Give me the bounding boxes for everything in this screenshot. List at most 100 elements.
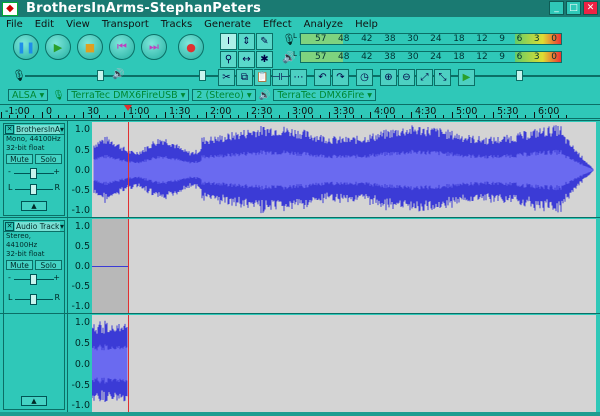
pan-slider[interactable]: L R [8,183,60,197]
y-axis-label: 1.0 [74,317,90,328]
ruler-tick [378,115,379,118]
silence-button[interactable]: ⋯ [290,69,307,86]
meter-tick: 12 [476,34,488,44]
skip-to-start-button[interactable]: ⏮ [109,34,135,60]
y-axis-label: -1.0 [71,301,90,312]
mute-button[interactable]: Mute [6,260,33,270]
play-at-speed-button[interactable]: ▶ [458,69,475,86]
ruler-tick [197,115,198,118]
menu-effect[interactable]: Effect [257,19,298,30]
ruler-tick [9,115,10,118]
track-control-panel[interactable]: ✕ BrothersInA ▾ Mono, 44100Hz 32-bit float… [3,123,65,216]
menu-generate[interactable]: Generate [198,19,257,30]
menu-help[interactable]: Help [349,19,384,30]
trim-button[interactable]: ⊣⊢ [272,69,289,86]
triangle-up-icon: ▲ [31,202,37,210]
y-axis-label: 0.5 [74,145,90,156]
pan-slider[interactable]: L R [8,293,60,307]
gain-knob[interactable] [30,274,37,285]
zoom-out-button[interactable]: ⊖ [398,69,415,86]
stop-button[interactable]: ■ [77,34,103,60]
pan-knob[interactable] [30,184,37,195]
silence-icon: ⋯ [293,72,304,83]
pan-knob[interactable] [30,294,37,305]
close-track-icon[interactable]: ✕ [5,124,14,134]
paste-button[interactable]: 📋 [254,69,271,86]
fit-selection-button[interactable]: ⤢ [416,69,433,86]
input-device-select[interactable]: TerraTec DMX6FireUSB ▾ [67,89,190,101]
menu-tracks[interactable]: Tracks [155,19,198,30]
playback-speed-slider[interactable] [480,70,600,82]
track-vertical-ruler[interactable]: 1.0 0.5 0.0 -0.5 -1.0 [67,121,92,218]
fit-selection-icon: ⤢ [420,72,429,83]
ruler-tick [91,115,92,118]
envelope-icon: ⇕ [242,36,251,47]
waveform-area[interactable] [92,315,596,413]
ruler-tick [263,115,264,118]
mute-button[interactable]: Mute [6,154,33,164]
maximize-button[interactable]: □ [566,1,581,15]
ruler-tick [534,112,535,118]
track-name-menu[interactable]: BrothersInA [15,124,60,134]
track-vertical-ruler[interactable]: 1.0 0.5 0.0 -0.5 -1.0 [67,314,92,413]
ruler-tick [247,112,248,118]
sync-lock-button[interactable]: ◷ [356,69,373,86]
playback-level-meter[interactable]: 57 48 42 38 30 24 18 12 9 6 3 0 [300,51,562,63]
draw-tool[interactable]: ✎ [256,33,273,50]
input-channels-select[interactable]: 2 (Stereo) ▾ [192,89,256,101]
solo-button[interactable]: Solo [35,154,62,164]
record-level-meter[interactable]: 57 48 42 38 30 24 18 12 9 6 3 0 [300,33,562,45]
waveform-area[interactable] [92,219,596,314]
pause-button[interactable]: ❚❚ [13,34,39,60]
close-button[interactable]: ✕ [583,1,598,15]
playhead-marker[interactable] [124,105,132,111]
input-volume-slider[interactable] [25,70,600,82]
playback-speed-knob[interactable] [516,70,523,81]
ruler-tick [550,115,551,118]
time-shift-tool[interactable]: ↔ [238,51,255,68]
multi-tool[interactable]: ✱ [256,51,273,68]
output-volume-slider[interactable] [125,70,600,82]
track-vertical-ruler[interactable]: 1.0 0.5 0.0 -0.5 -1.0 [67,218,92,314]
gain-slider[interactable]: - + [8,273,60,287]
envelope-tool[interactable]: ⇕ [238,33,255,50]
menu-file[interactable]: File [0,19,29,30]
input-volume-knob[interactable] [97,70,104,81]
timeline-ruler[interactable]: -1:00 0 30 1:00 1:30 2:00 2:30 3:00 3:30 4:00 4:30… [0,104,600,119]
meter-tick: 38 [384,34,396,44]
skip-to-end-button[interactable]: ⏭ [141,34,167,60]
gain-slider[interactable]: - + [8,167,60,181]
undo-button[interactable]: ↶ [314,69,331,86]
menu-edit[interactable]: Edit [29,19,60,30]
zoom-tool[interactable]: ⚲ [220,51,237,68]
play-button[interactable]: ▶ [45,34,71,60]
audio-host-select[interactable]: ALSA ▾ [8,89,49,101]
selection-tool[interactable]: I [220,33,237,50]
ruler-tick [517,115,518,118]
copy-button[interactable]: ⧉ [236,69,253,86]
output-device-select[interactable]: TerraTec DMX6Fire ▾ [273,89,377,101]
audio-track-1: ✕ BrothersInA ▾ Mono, 44100Hz 32-bit float… [0,120,600,218]
redo-button[interactable]: ↷ [332,69,349,86]
menu-transport[interactable]: Transport [96,19,155,30]
cut-button[interactable]: ✂ [218,69,235,86]
collapse-track-button[interactable]: ▲ [21,201,47,211]
gain-knob[interactable] [30,168,37,179]
ruler-tick [83,112,84,118]
app-icon[interactable]: ◆ [2,1,18,16]
waveform-area[interactable] [92,122,596,218]
close-track-icon[interactable]: ✕ [5,221,14,231]
menu-view[interactable]: View [60,19,96,30]
solo-button[interactable]: Solo [35,260,62,270]
y-axis-label: -0.5 [71,281,90,292]
paste-icon: 📋 [256,72,269,83]
zoom-in-button[interactable]: ⊕ [380,69,397,86]
menu-analyze[interactable]: Analyze [298,19,349,30]
fit-project-button[interactable]: ⤡ [434,69,451,86]
ruler-tick [329,112,330,118]
record-button[interactable]: ● [178,34,204,60]
minimize-button[interactable]: _ [549,1,564,15]
track-name-menu[interactable]: Audio Track [15,221,60,231]
y-axis-label: -1.0 [71,400,90,411]
output-volume-knob[interactable] [199,70,206,81]
